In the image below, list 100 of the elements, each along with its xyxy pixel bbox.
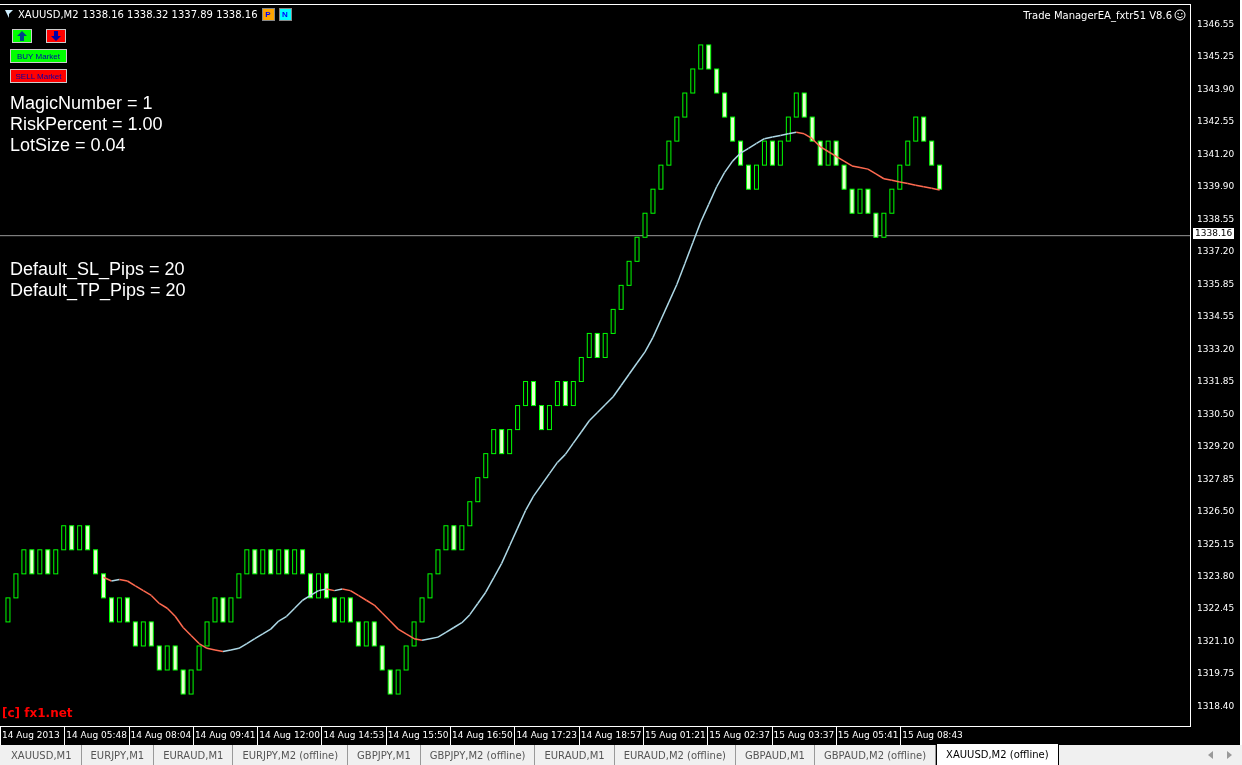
down-bar	[284, 549, 290, 575]
up-bar	[435, 549, 441, 575]
chart-tab[interactable]: EURAUD,M1	[535, 745, 615, 765]
up-bar	[570, 381, 576, 407]
down-bar	[865, 188, 871, 214]
quote-values: 1338.16 1338.32 1337.89 1338.16	[82, 8, 258, 20]
down-bar	[109, 597, 114, 623]
up-bar	[626, 260, 632, 286]
price-label: 1330.50	[1196, 408, 1236, 420]
up-bar	[116, 597, 122, 623]
up-bar	[53, 549, 59, 575]
up-bar	[889, 188, 895, 214]
default-setting-text: Default_SL_Pips = 20	[10, 259, 185, 280]
down-bar	[809, 116, 815, 142]
up-bar	[546, 405, 552, 431]
chart-tab[interactable]: GBPJPY,M1	[348, 745, 421, 765]
down-bar	[85, 525, 91, 551]
down-bar	[499, 429, 505, 455]
down-bar	[722, 92, 728, 118]
up-bar	[395, 669, 401, 695]
up-bar	[881, 212, 887, 238]
down-bar	[124, 597, 130, 623]
up-bar	[690, 68, 696, 94]
up-bar	[698, 44, 704, 70]
down-bar	[29, 549, 35, 575]
up-bar	[650, 188, 656, 214]
up-bar	[507, 429, 513, 455]
down-bar	[69, 525, 75, 551]
nav-button[interactable]: N	[278, 7, 292, 21]
down-bar	[101, 573, 106, 599]
price-label: 1321.10	[1196, 635, 1236, 647]
up-bar	[785, 116, 791, 142]
down-bar	[172, 645, 178, 671]
down-bar	[714, 68, 720, 94]
up-bar	[467, 501, 473, 527]
up-bar	[37, 549, 43, 575]
chart-tab[interactable]: XAUUSD,M2 (offline)	[936, 744, 1059, 765]
down-bar	[937, 164, 943, 190]
chart-tab[interactable]: EURAUD,M2 (offline)	[614, 745, 736, 765]
setting-text: RiskPercent = 1.00	[10, 114, 163, 135]
up-bar	[761, 140, 767, 166]
up-bar	[913, 116, 919, 142]
smiley-icon	[1174, 9, 1186, 21]
arrow-up-icon	[17, 31, 27, 41]
chart-icon	[4, 9, 14, 19]
up-bar	[523, 381, 529, 407]
down-bar	[562, 381, 568, 407]
up-bar	[610, 308, 616, 334]
price-label: 1326.50	[1196, 506, 1236, 518]
market-order-button[interactable]: BUY Market	[10, 49, 67, 63]
chart-tab[interactable]: EURAUD,M1	[154, 745, 234, 765]
down-bar	[300, 549, 306, 575]
down-bar	[387, 669, 393, 695]
down-bar	[929, 140, 935, 166]
price-label: 1341.20	[1196, 148, 1236, 160]
up-bar	[204, 621, 210, 647]
chart-tab[interactable]: GBPAUD,M1	[735, 745, 815, 765]
up-bar	[602, 332, 608, 358]
down-bar	[769, 140, 775, 166]
down-bar	[371, 621, 377, 647]
copyright-text: [c] fx1.net	[2, 706, 73, 720]
down-bar	[148, 621, 154, 647]
up-bar	[491, 429, 497, 455]
down-bar	[324, 573, 329, 599]
up-bar	[164, 645, 170, 671]
down-bar	[252, 549, 258, 575]
price-label: 1322.45	[1196, 603, 1236, 615]
down-bar	[220, 597, 226, 623]
down-bar	[730, 116, 736, 142]
up-bar	[682, 92, 688, 118]
up-bar	[236, 573, 242, 599]
price-label: 1329.20	[1196, 441, 1236, 453]
ea-label: Trade ManagerEA_fxtr51 V8.6	[1023, 9, 1172, 21]
setting-text: MagicNumber = 1	[10, 93, 153, 114]
chart-tab[interactable]: EURJPY,M2 (offline)	[233, 745, 349, 765]
chart-tab[interactable]: EURJPY,M1	[81, 745, 155, 765]
price-label: 1333.20	[1196, 343, 1236, 355]
nav-button[interactable]: P	[261, 7, 275, 21]
chart-tab[interactable]: XAUUSD,M1	[2, 745, 82, 765]
up-bar	[244, 549, 250, 575]
up-bar	[260, 549, 266, 575]
up-bar	[578, 356, 584, 382]
up-bar	[666, 140, 672, 166]
up-bar	[188, 669, 194, 695]
chart-tab[interactable]: GBPJPY,M2 (offline)	[420, 745, 536, 765]
price-label: 1342.55	[1196, 116, 1236, 128]
down-bar	[132, 621, 138, 647]
up-bar	[411, 621, 417, 647]
up-bar	[363, 621, 369, 647]
down-bar	[921, 116, 927, 142]
up-bar	[13, 573, 19, 599]
up-bar	[339, 597, 345, 623]
down-bar	[849, 188, 855, 214]
up-bar	[427, 573, 433, 599]
buy-arrow-button[interactable]	[12, 29, 32, 43]
down-bar	[347, 597, 353, 623]
down-bar	[379, 645, 385, 671]
down-bar	[738, 140, 744, 166]
price-label: 1337.20	[1196, 246, 1236, 258]
sell-arrow-button[interactable]	[46, 29, 66, 43]
